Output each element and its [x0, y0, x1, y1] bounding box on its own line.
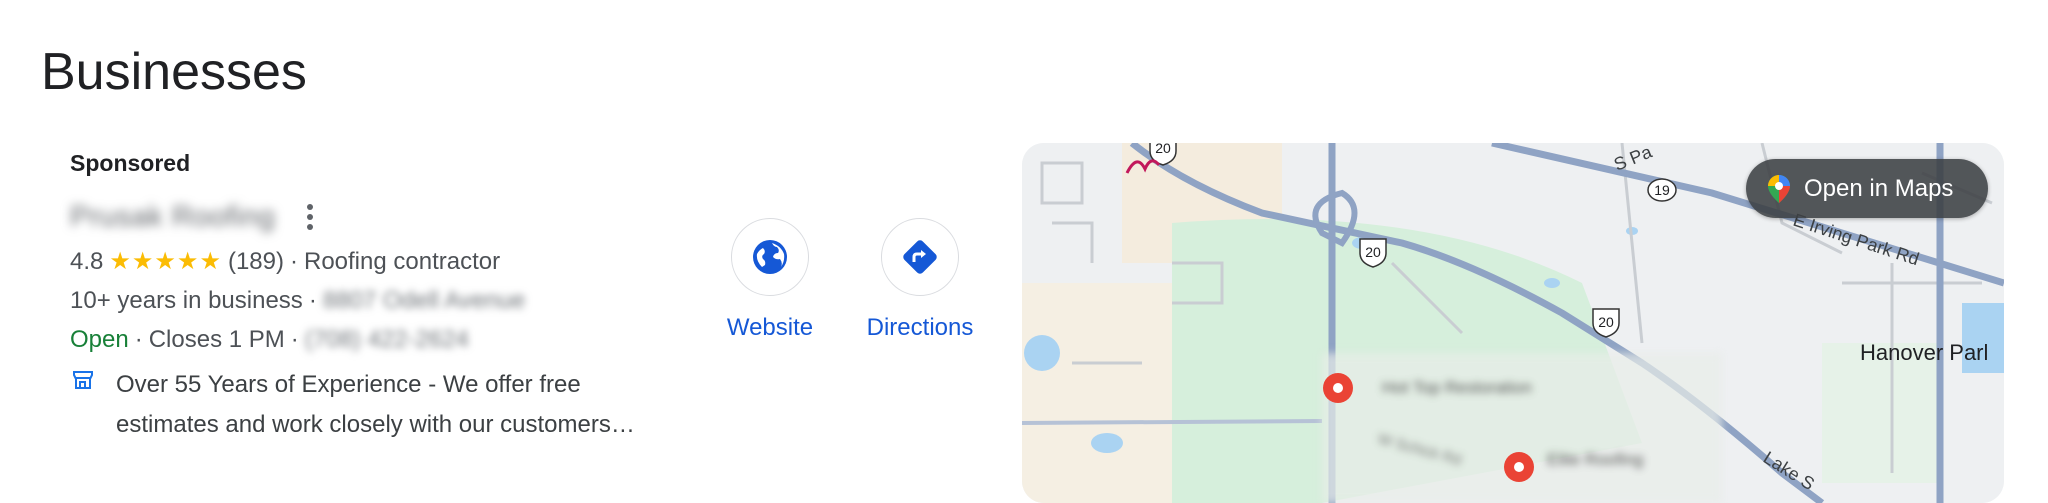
- hours-line: Open · Closes 1 PM · (708) 422-2624: [70, 326, 469, 354]
- maps-pin-icon: [1768, 174, 1790, 203]
- more-options-icon: [307, 204, 314, 210]
- route-20-label: 20: [1155, 143, 1171, 156]
- open-status: Open: [70, 326, 129, 353]
- directions-label[interactable]: Directions: [867, 314, 974, 342]
- marker-label-1: Hot Top Restoration: [1382, 378, 1532, 397]
- website-circle[interactable]: [731, 218, 809, 296]
- more-options-button[interactable]: [299, 200, 321, 234]
- separator: ·: [290, 326, 299, 353]
- business-header: Prusak Roofing: [70, 200, 321, 234]
- open-in-maps-label[interactable]: Open in Maps: [1804, 175, 1953, 203]
- business-name[interactable]: Prusak Roofing: [70, 201, 275, 234]
- business-phone[interactable]: (708) 422-2624: [305, 326, 469, 354]
- closing-time: Closes 1 PM: [148, 326, 285, 353]
- rating-line: 4.8 ★★★★★ (189) · Roofing contractor: [70, 247, 500, 276]
- route-19-label: 19: [1654, 182, 1670, 198]
- business-category: Roofing contractor: [303, 247, 501, 275]
- directions-button[interactable]: Directions: [860, 218, 980, 342]
- rating-stars-icon: ★★★★★: [109, 248, 222, 275]
- place-label-hanover-park: Hanover Parl: [1860, 340, 1988, 365]
- separator: ·: [289, 247, 298, 275]
- separator: ·: [134, 326, 143, 353]
- years-in-business: 10+ years in business: [70, 287, 303, 314]
- review-count[interactable]: (189): [228, 248, 284, 276]
- business-address: 8807 Odell Avenue: [322, 287, 526, 314]
- marker-label-2: Elite Roofing: [1547, 450, 1643, 469]
- years-line: 10+ years in business · 8807 Odell Avenu…: [70, 287, 525, 315]
- website-label[interactable]: Website: [727, 314, 813, 342]
- storefront-icon: [73, 371, 93, 389]
- rating-value: 4.8: [70, 247, 104, 275]
- directions-icon: [903, 240, 937, 274]
- separator: ·: [308, 287, 317, 314]
- route-20-label-2: 20: [1365, 244, 1381, 260]
- business-description: Over 55 Years of Experience - We offer f…: [116, 371, 635, 438]
- open-in-maps-button[interactable]: Open in Maps: [1746, 159, 1988, 218]
- website-button[interactable]: Website: [724, 218, 816, 342]
- section-title: Businesses: [41, 43, 307, 101]
- globe-icon: [753, 240, 787, 274]
- route-20-label-3: 20: [1598, 314, 1614, 330]
- directions-circle[interactable]: [881, 218, 959, 296]
- sponsored-label: Sponsored: [70, 150, 191, 176]
